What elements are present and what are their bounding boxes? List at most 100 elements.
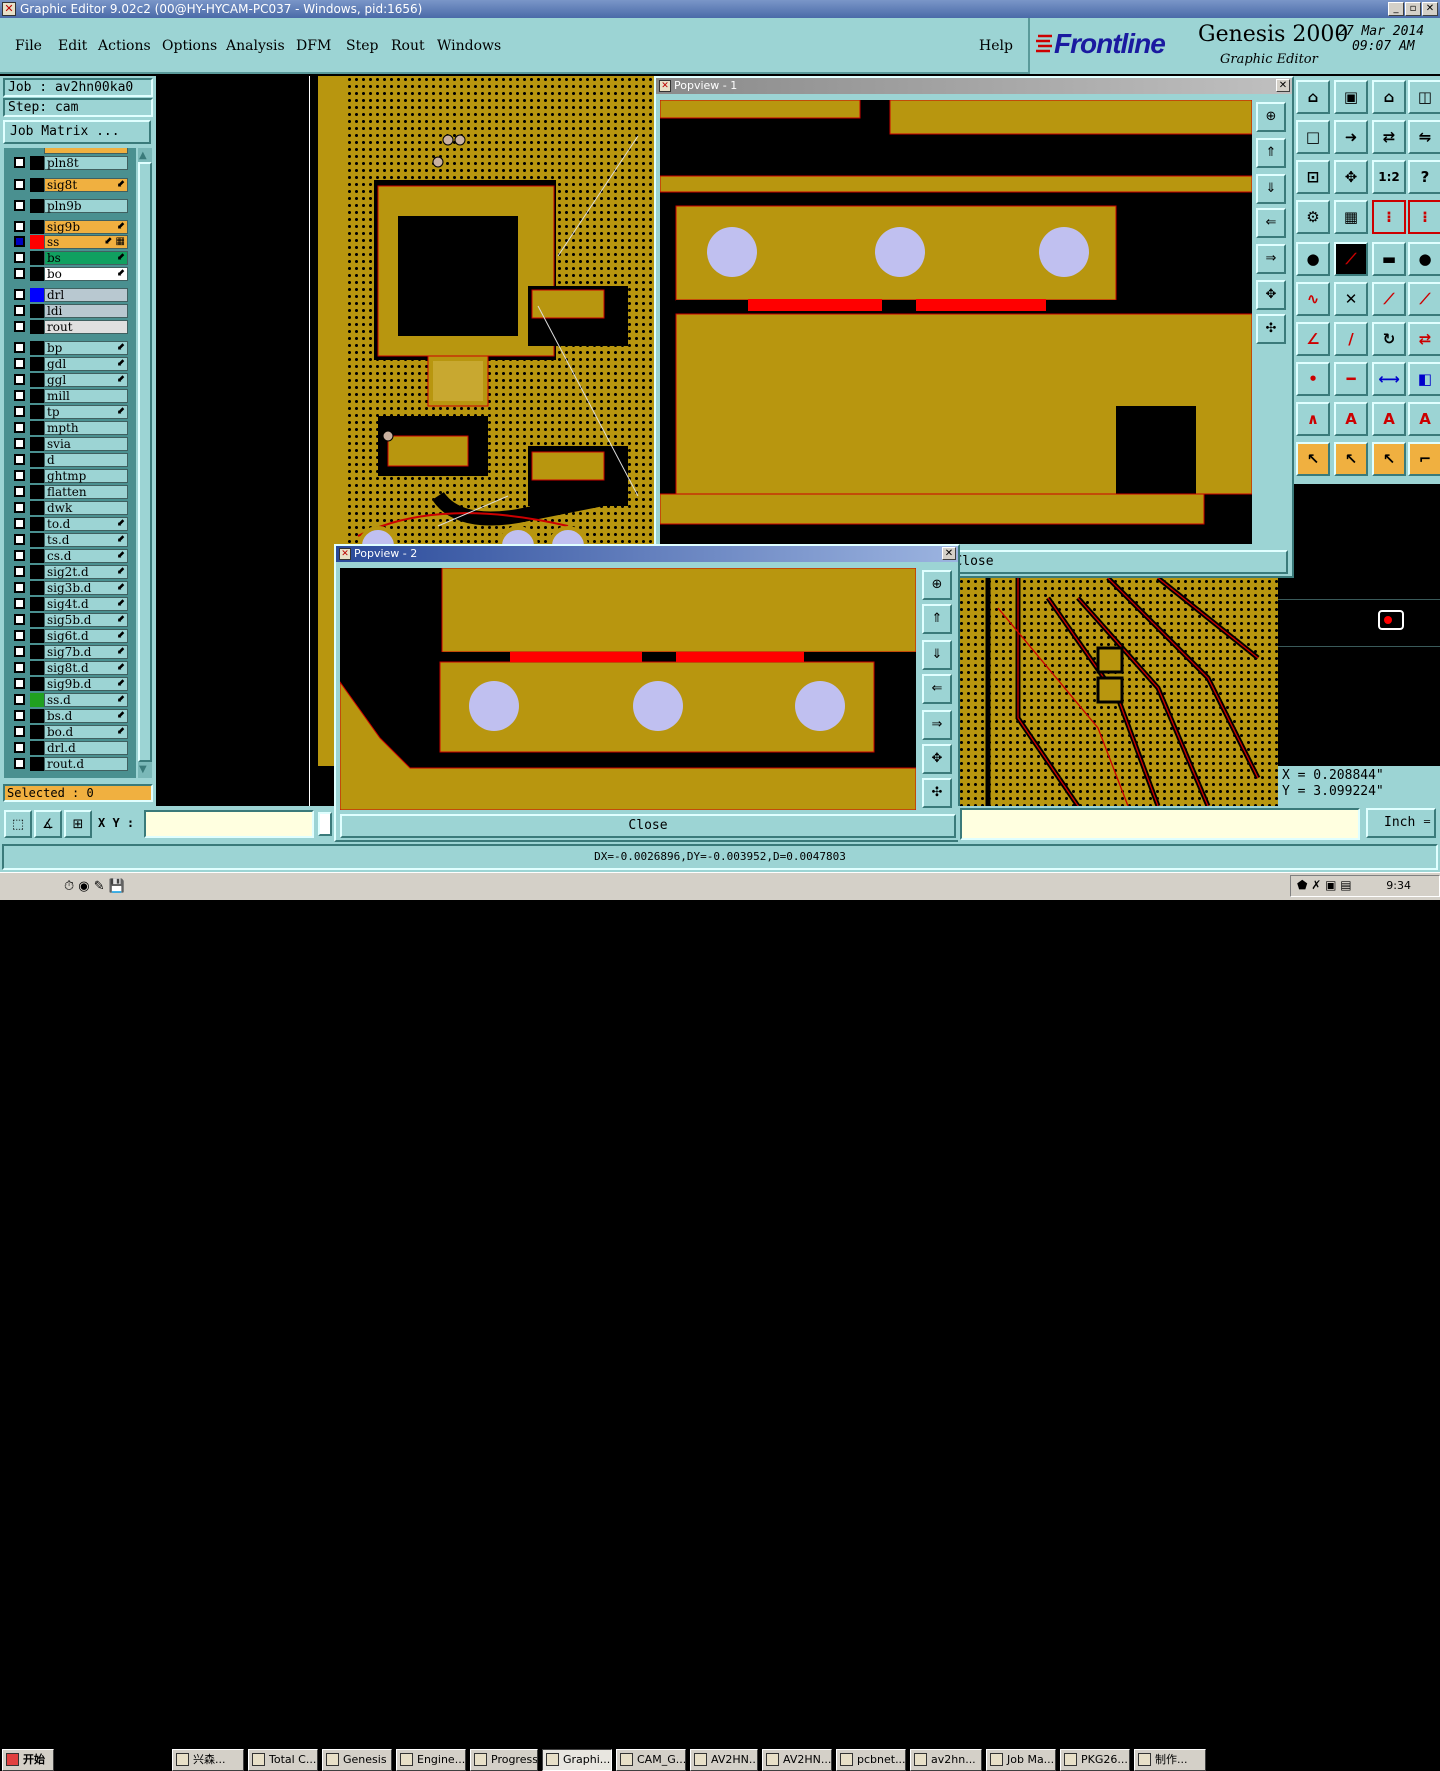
- select-alt-icon[interactable]: ↖: [1372, 442, 1406, 476]
- layer-affected-checkbox[interactable]: [14, 726, 25, 737]
- layer-row-sig6t-d[interactable]: sig6t.d ⬋: [10, 629, 128, 643]
- expand-icon[interactable]: ✥: [922, 744, 952, 774]
- expand-icon[interactable]: ✥: [1256, 280, 1286, 310]
- popview-1-close-icon[interactable]: ✕: [1276, 79, 1290, 92]
- line-alt-icon[interactable]: ⟋: [1408, 282, 1440, 316]
- taskbar-item[interactable]: AV2HN...: [690, 1749, 758, 1771]
- layer-name[interactable]: ss.d ⬋: [44, 693, 128, 707]
- layer-color-swatch[interactable]: [30, 693, 44, 707]
- layer-name[interactable]: bo.d ⬋: [44, 725, 128, 739]
- menu-windows[interactable]: Windows: [437, 38, 501, 54]
- popview-2-close-icon[interactable]: ✕: [942, 547, 956, 560]
- layer-color-swatch[interactable]: [30, 613, 44, 627]
- layer-row-ldi[interactable]: ldi: [10, 304, 128, 318]
- layer-row-sig9b-d[interactable]: sig9b.d ⬋: [10, 677, 128, 691]
- fit-view-icon[interactable]: ✣: [922, 778, 952, 808]
- layer-affected-checkbox[interactable]: [14, 406, 25, 417]
- layer-color-swatch[interactable]: [30, 199, 44, 213]
- layer-color-swatch[interactable]: [30, 373, 44, 387]
- slash-icon[interactable]: /: [1334, 322, 1368, 356]
- cross-icon[interactable]: ✕: [1334, 282, 1368, 316]
- arch-3-icon[interactable]: A: [1372, 402, 1406, 436]
- zoom-in-icon[interactable]: ⊕: [922, 570, 952, 600]
- taskbar-item[interactable]: PKG26...: [1060, 1749, 1130, 1771]
- popview-1-canvas[interactable]: [660, 100, 1252, 544]
- upload-icon[interactable]: ⇑: [1256, 138, 1286, 168]
- layer-color-swatch[interactable]: [30, 597, 44, 611]
- fit-view-icon[interactable]: ✣: [1256, 314, 1286, 344]
- layer-color-swatch[interactable]: [30, 267, 44, 281]
- layer-row-sig9b[interactable]: sig9b ⬋: [10, 220, 128, 234]
- units-selector[interactable]: Inch ═: [1366, 808, 1436, 838]
- layer-row-sig4t-d[interactable]: sig4t.d ⬋: [10, 597, 128, 611]
- zoom-in-icon[interactable]: ⊕: [1256, 102, 1286, 132]
- layer-name[interactable]: d: [44, 453, 128, 467]
- input-mode-button[interactable]: [318, 812, 332, 836]
- mirror-icon[interactable]: ⇄: [1372, 120, 1406, 154]
- popview-2-close-button[interactable]: Close: [340, 814, 956, 838]
- layer-row-mill[interactable]: mill: [10, 389, 128, 403]
- layer-affected-checkbox[interactable]: [14, 252, 25, 263]
- layer-color-swatch[interactable]: [30, 741, 44, 755]
- menu-help[interactable]: Help: [979, 38, 1013, 54]
- layer-affected-checkbox[interactable]: [14, 614, 25, 625]
- layer-name[interactable]: sig6t.d ⬋: [44, 629, 128, 643]
- arch-alt-icon[interactable]: A: [1334, 402, 1368, 436]
- layer-affected-checkbox[interactable]: [14, 342, 25, 353]
- layer-color-swatch[interactable]: [30, 533, 44, 547]
- layer-color-swatch[interactable]: [30, 421, 44, 435]
- taskbar-item[interactable]: av2hn...: [910, 1749, 982, 1771]
- arch-4-icon[interactable]: A: [1408, 402, 1440, 436]
- shapes-icon[interactable]: ◧: [1408, 362, 1440, 396]
- layer-row-sig8t[interactable]: sig8t ⬋: [10, 178, 128, 192]
- layer-color-swatch[interactable]: [30, 661, 44, 675]
- window-icon[interactable]: □: [1296, 120, 1330, 154]
- ruler-icon[interactable]: ▬: [1372, 242, 1406, 276]
- layer-row-d[interactable]: d: [10, 453, 128, 467]
- layer-color-swatch[interactable]: [30, 549, 44, 563]
- left-icon[interactable]: ⇐: [1256, 208, 1286, 238]
- layer-affected-checkbox[interactable]: [14, 502, 25, 513]
- menu-analysis[interactable]: Analysis: [226, 38, 285, 54]
- layer-row-bo-d[interactable]: bo.d ⬋: [10, 725, 128, 739]
- layer-color-swatch[interactable]: [30, 389, 44, 403]
- pan-icon[interactable]: ✥: [1334, 160, 1368, 194]
- layer-affected-checkbox[interactable]: [14, 678, 25, 689]
- layer-row-rout-d[interactable]: rout.d: [10, 757, 128, 771]
- layer-name[interactable]: sig2t.d ⬋: [44, 565, 128, 579]
- layer-name[interactable]: pln9b: [44, 199, 128, 213]
- layer-row-to-d[interactable]: to.d ⬋: [10, 517, 128, 531]
- layer-name[interactable]: rout.d: [44, 757, 128, 771]
- snap-icon[interactable]: ⁝: [1372, 200, 1406, 234]
- scroll-down-icon[interactable]: ▼: [139, 764, 147, 775]
- layer-affected-checkbox[interactable]: [14, 305, 25, 316]
- line-icon[interactable]: ⟋: [1372, 282, 1406, 316]
- layer-affected-checkbox[interactable]: [14, 390, 25, 401]
- layer-row-ss[interactable]: ss ⬋ ▦: [10, 235, 128, 249]
- layer-row-mpth[interactable]: mpth: [10, 421, 128, 435]
- edit-points-icon[interactable]: ⌐: [1408, 442, 1440, 476]
- layer-affected-checkbox[interactable]: [14, 200, 25, 211]
- layer-name[interactable]: cs.d ⬋: [44, 549, 128, 563]
- layer-color-swatch[interactable]: [30, 453, 44, 467]
- forward-icon[interactable]: ➜: [1334, 120, 1368, 154]
- layer-row-gdl[interactable]: gdl ⬋: [10, 357, 128, 371]
- layer-color-swatch[interactable]: [30, 251, 44, 265]
- popview-2-canvas[interactable]: [340, 568, 916, 810]
- layer-name[interactable]: drl.d: [44, 741, 128, 755]
- layer-affected-checkbox[interactable]: [14, 550, 25, 561]
- fit-icon[interactable]: ⊡: [1296, 160, 1330, 194]
- pointer-icon[interactable]: ↖: [1296, 442, 1330, 476]
- layer-affected-checkbox[interactable]: [14, 454, 25, 465]
- layer-color-swatch[interactable]: [30, 341, 44, 355]
- tray-icons[interactable]: ⬟ ✗ ▣ ▤: [1297, 878, 1352, 892]
- layer-affected-checkbox[interactable]: [14, 289, 25, 300]
- layer-row-bs[interactable]: bs ⬋: [10, 251, 128, 265]
- layer-row-ss-d[interactable]: ss.d ⬋: [10, 693, 128, 707]
- layer-name[interactable]: to.d ⬋: [44, 517, 128, 531]
- layer-name[interactable]: mill: [44, 389, 128, 403]
- taskbar-item[interactable]: Graphi...: [542, 1749, 612, 1771]
- layer-affected-checkbox[interactable]: [14, 374, 25, 385]
- layer-name[interactable]: sig9b ⬋: [44, 220, 128, 234]
- layer-name[interactable]: flatten: [44, 485, 128, 499]
